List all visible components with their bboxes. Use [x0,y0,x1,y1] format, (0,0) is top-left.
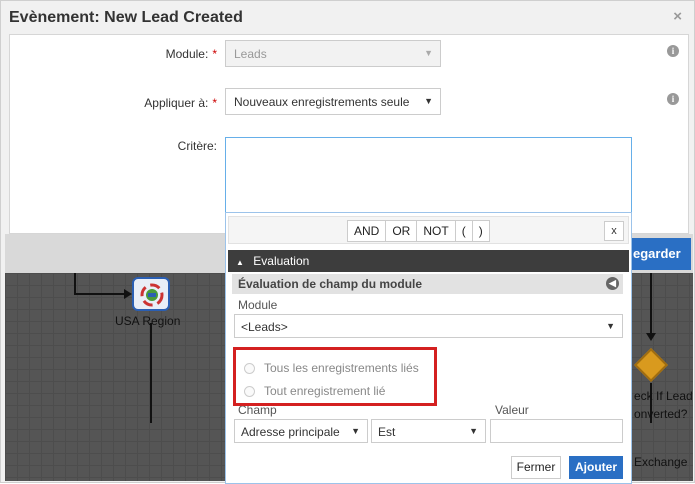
open-paren-button[interactable]: ( [456,221,473,241]
module-field-label: Module [238,298,278,312]
connector-line [650,273,652,333]
chevron-down-icon: ▼ [424,96,433,106]
connector-line [150,323,152,423]
chevron-down-icon: ▼ [351,426,360,436]
close-paren-button[interactable]: ) [473,221,489,241]
operator-button-group: AND OR NOT ( ) [347,220,490,242]
chevron-down-icon: ▼ [424,48,433,58]
value-label: Valeur [495,403,529,417]
highlight-box [233,347,437,406]
required-mark: * [212,96,217,110]
value-input[interactable] [490,419,623,443]
close-button[interactable]: Fermer [511,456,561,479]
required-mark: * [212,47,217,61]
evaluation-section-header[interactable]: ▲ Evaluation [228,250,629,272]
workflow-node-usa-region[interactable] [132,277,170,311]
module-select: Leads ▼ [225,40,441,67]
operator-and-button[interactable]: AND [348,221,387,241]
dialog-title: Evènement: New Lead Created [9,9,243,26]
chevron-down-icon: ▼ [606,321,615,331]
close-icon[interactable]: × [673,8,682,25]
module-label: Module: * [165,47,217,61]
related-module-select[interactable]: <Leads> ▼ [234,314,623,338]
module-field-evaluation-header: Évaluation de champ du module ◀ [232,274,623,294]
info-icon[interactable]: i [667,45,679,57]
apply-to-select[interactable]: Nouveaux enregistrements seule ▼ [225,88,441,115]
node-label-check-lead: eck If Lead [634,389,693,403]
node-label-check-lead-2: onverted? [634,407,688,421]
save-button[interactable]: egarder [629,238,691,270]
region-action-icon [140,283,164,307]
apply-to-label: Appliquer à: * [144,96,217,110]
caret-up-icon: ▲ [236,258,244,267]
workflow-editor-window: egarder USA Region eck If Lead onverted?… [0,0,695,484]
chevron-down-icon: ▼ [469,426,478,436]
node-label-exchange: Exchange [634,455,688,469]
connector-arrow-icon [124,289,132,299]
criteria-input[interactable] [225,137,632,215]
operator-not-button[interactable]: NOT [417,221,456,241]
connector-line [74,293,126,295]
popup-close-button[interactable]: x [604,221,624,241]
field-select[interactable]: Adresse principale ▼ [234,419,368,443]
info-icon[interactable]: i [667,93,679,105]
criteria-label: Critère: [177,139,217,153]
add-button[interactable]: Ajouter [569,456,623,479]
operator-select[interactable]: Est ▼ [371,419,486,443]
back-arrow-icon[interactable]: ◀ [606,277,619,290]
connector-arrow-icon [646,333,656,341]
node-label-usa-region: USA Region [115,314,181,328]
operator-or-button[interactable]: OR [386,221,418,241]
connector-line [74,273,76,294]
operator-toolbar: AND OR NOT ( ) x [228,216,629,244]
